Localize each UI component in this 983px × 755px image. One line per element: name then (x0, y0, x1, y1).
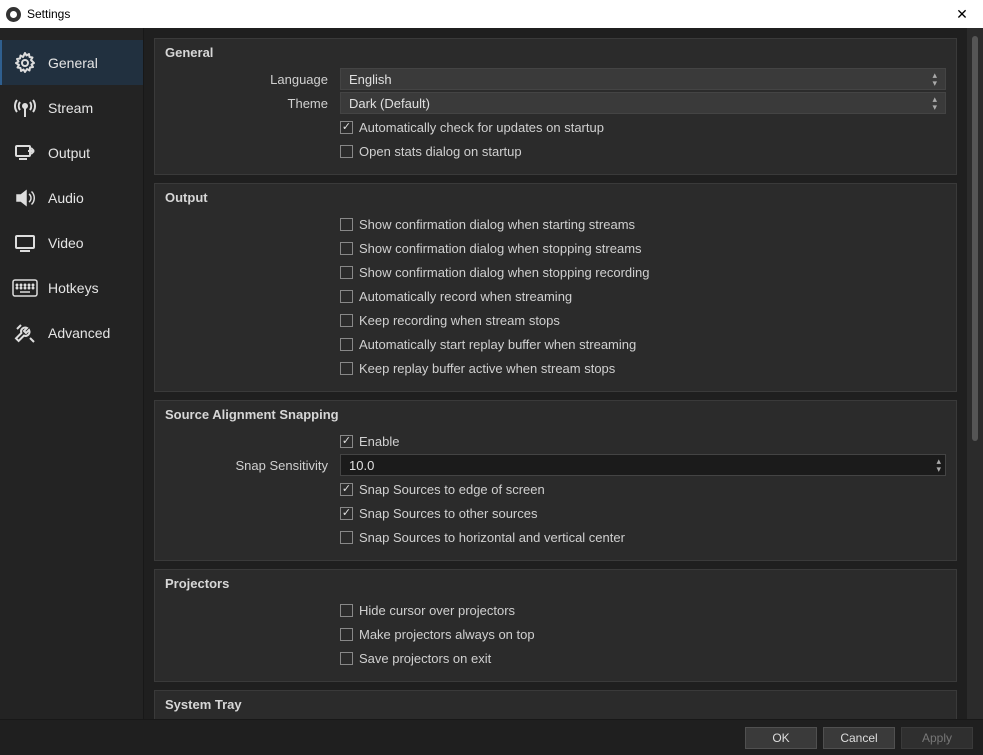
projectors-label-1: Make projectors always on top (359, 627, 535, 642)
output-checkbox-1[interactable] (340, 242, 353, 255)
snapping-label-1: Snap Sources to other sources (359, 506, 538, 521)
apply-button[interactable]: Apply (901, 727, 973, 749)
open-stats-label: Open stats dialog on startup (359, 144, 522, 159)
output-checkbox-0[interactable] (340, 218, 353, 231)
sidebar-item-hotkeys[interactable]: Hotkeys (0, 265, 143, 310)
group-title: System Tray (165, 697, 946, 712)
scroll-thumb[interactable] (972, 36, 978, 441)
snapping-enable-label: Enable (359, 434, 399, 449)
open-stats-checkbox[interactable] (340, 145, 353, 158)
sidebar-item-label: Hotkeys (48, 280, 99, 296)
cancel-button[interactable]: Cancel (823, 727, 895, 749)
output-label-6: Keep replay buffer active when stream st… (359, 361, 615, 376)
sidebar-item-label: Audio (48, 190, 84, 206)
language-value: English (349, 72, 392, 87)
language-label: Language (165, 72, 340, 87)
snapping-label-0: Snap Sources to edge of screen (359, 482, 545, 497)
group-systray: System Tray Enable Minimize to system tr… (154, 690, 957, 719)
projectors-checkbox-0[interactable] (340, 604, 353, 617)
group-title: Source Alignment Snapping (165, 407, 946, 422)
group-general: General Language English ▴▾ Theme Dark (… (154, 38, 957, 175)
spin-buttons-icon[interactable]: ▴▾ (936, 457, 941, 473)
group-title: Output (165, 190, 946, 205)
theme-select[interactable]: Dark (Default) ▴▾ (340, 92, 946, 114)
snapping-enable-checkbox[interactable] (340, 435, 353, 448)
scrollbar[interactable] (967, 28, 983, 719)
sidebar-item-stream[interactable]: Stream (0, 85, 143, 130)
content-pane: General Language English ▴▾ Theme Dark (… (144, 28, 967, 719)
output-label-1: Show confirmation dialog when stopping s… (359, 241, 642, 256)
updown-icon: ▴▾ (932, 71, 937, 87)
updown-icon: ▴▾ (932, 95, 937, 111)
group-title: Projectors (165, 576, 946, 591)
snapping-checkbox-0[interactable] (340, 483, 353, 496)
projectors-checkbox-2[interactable] (340, 652, 353, 665)
sidebar-item-label: Stream (48, 100, 93, 116)
audio-icon (12, 186, 38, 210)
output-checkbox-2[interactable] (340, 266, 353, 279)
main-area: General Stream Output Audio Video (0, 28, 983, 719)
video-icon (12, 231, 38, 255)
tools-icon (12, 321, 38, 345)
output-label-2: Show confirmation dialog when stopping r… (359, 265, 650, 280)
output-label-5: Automatically start replay buffer when s… (359, 337, 636, 352)
broadcast-icon (12, 96, 38, 120)
close-button[interactable]: ✕ (947, 6, 977, 23)
snapping-checkbox-1[interactable] (340, 507, 353, 520)
window-title: Settings (27, 7, 70, 21)
group-projectors: Projectors Hide cursor over projectors M… (154, 569, 957, 682)
sidebar-item-label: General (48, 55, 98, 71)
projectors-checkbox-1[interactable] (340, 628, 353, 641)
snap-sensitivity-spinbox[interactable]: 10.0 ▴▾ (340, 454, 946, 476)
titlebar: Settings ✕ (0, 0, 983, 28)
output-checkbox-6[interactable] (340, 362, 353, 375)
sidebar: General Stream Output Audio Video (0, 28, 144, 719)
sidebar-item-general[interactable]: General (0, 40, 143, 85)
sidebar-item-audio[interactable]: Audio (0, 175, 143, 220)
group-snapping: Source Alignment Snapping Enable Snap Se… (154, 400, 957, 561)
theme-value: Dark (Default) (349, 96, 430, 111)
output-checkbox-4[interactable] (340, 314, 353, 327)
sidebar-item-output[interactable]: Output (0, 130, 143, 175)
output-label-4: Keep recording when stream stops (359, 313, 560, 328)
language-select[interactable]: English ▴▾ (340, 68, 946, 90)
auto-update-checkbox[interactable] (340, 121, 353, 134)
ok-button[interactable]: OK (745, 727, 817, 749)
sidebar-item-advanced[interactable]: Advanced (0, 310, 143, 355)
snapping-label-2: Snap Sources to horizontal and vertical … (359, 530, 625, 545)
footer: OK Cancel Apply (0, 719, 983, 755)
output-label-0: Show confirmation dialog when starting s… (359, 217, 635, 232)
keyboard-icon (12, 279, 38, 297)
output-label-3: Automatically record when streaming (359, 289, 572, 304)
projectors-label-0: Hide cursor over projectors (359, 603, 515, 618)
theme-label: Theme (165, 96, 340, 111)
sidebar-item-label: Advanced (48, 325, 110, 341)
sidebar-item-label: Output (48, 145, 90, 161)
gear-icon (12, 51, 38, 75)
group-title: General (165, 45, 946, 60)
sidebar-item-label: Video (48, 235, 84, 251)
sidebar-item-video[interactable]: Video (0, 220, 143, 265)
snap-sensitivity-value: 10.0 (349, 458, 374, 473)
auto-update-label: Automatically check for updates on start… (359, 120, 604, 135)
output-checkbox-3[interactable] (340, 290, 353, 303)
app-logo-icon (6, 7, 21, 22)
projectors-label-2: Save projectors on exit (359, 651, 491, 666)
output-icon (12, 141, 38, 165)
output-checkbox-5[interactable] (340, 338, 353, 351)
snapping-checkbox-2[interactable] (340, 531, 353, 544)
snap-sensitivity-label: Snap Sensitivity (165, 458, 340, 473)
group-output: Output Show confirmation dialog when sta… (154, 183, 957, 392)
